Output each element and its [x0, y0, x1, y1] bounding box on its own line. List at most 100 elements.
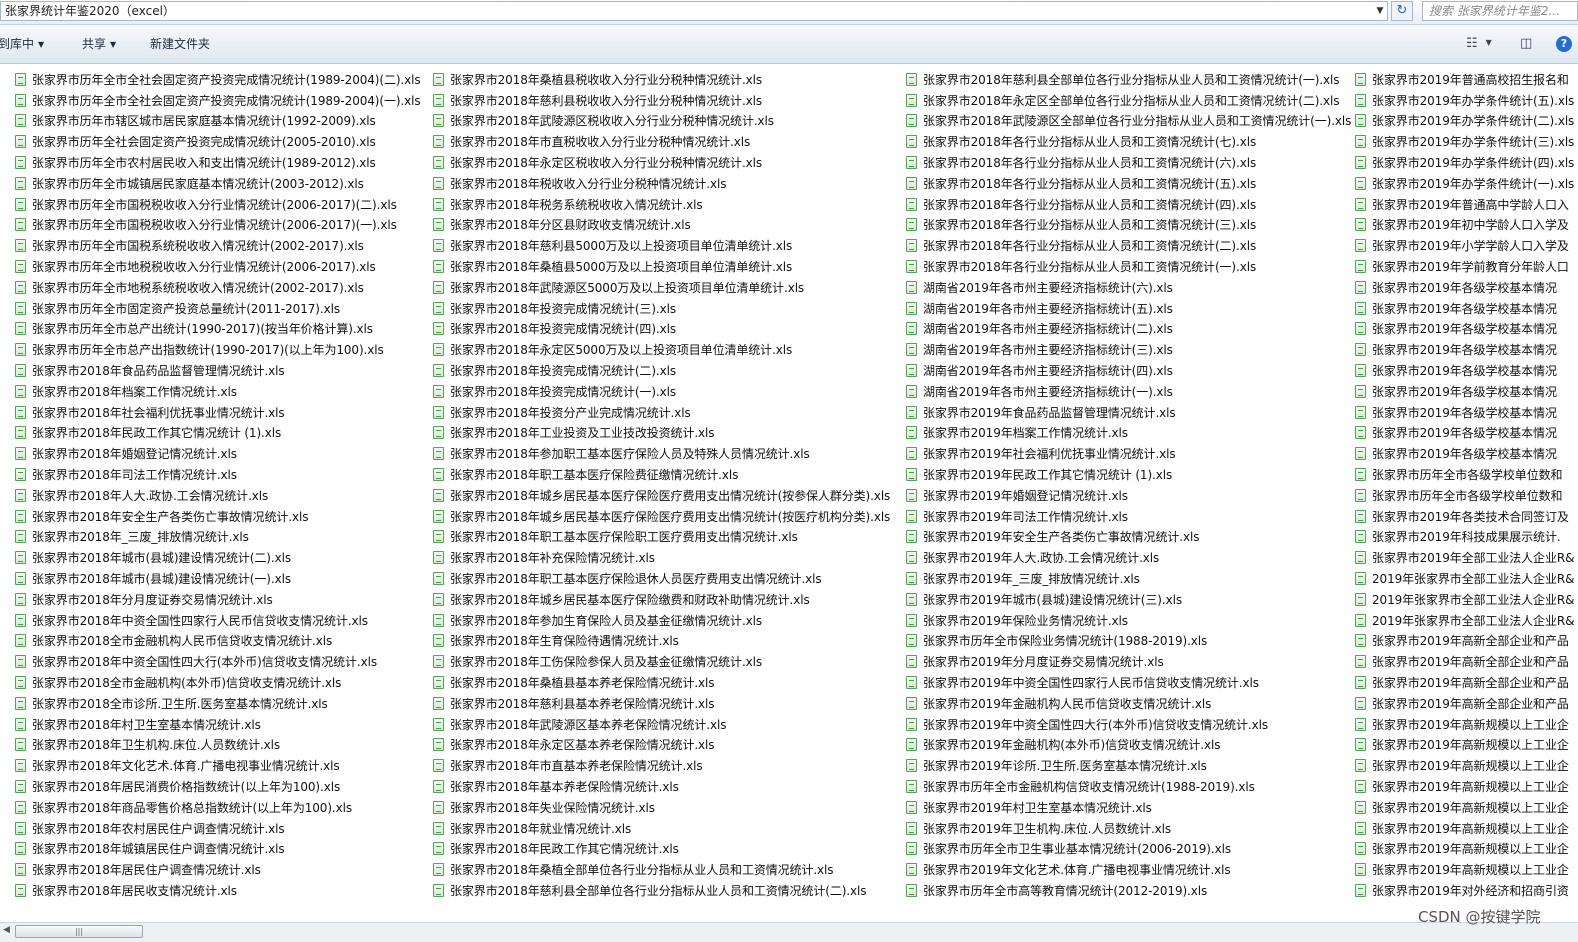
file-item[interactable]: 张家界市2019年高新规模以上工业企: [1355, 714, 1574, 735]
file-item[interactable]: 张家界市2019年办学条件统计(一).xls: [1355, 173, 1574, 194]
file-item[interactable]: 张家界市2019年高新规模以上工业企: [1355, 838, 1574, 859]
file-item[interactable]: 张家界市2018年永定区5000万及以上投资项目单位清单统计.xls: [433, 339, 890, 360]
file-item[interactable]: 张家界市2019年保险业务情况统计.xls: [906, 610, 1351, 631]
file-item[interactable]: 湖南省2019年各市州主要经济指标统计(五).xls: [906, 298, 1351, 319]
file-item[interactable]: 张家界市2019年分月度证券交易情况统计.xls: [906, 651, 1351, 672]
file-item[interactable]: 张家界市2019年小学学龄人口入学及: [1355, 235, 1574, 256]
file-item[interactable]: 张家界市历年市辖区城市居民家庭基本情况统计(1992-2009).xls: [15, 111, 421, 132]
file-item[interactable]: 张家界市2019年档案工作情况统计.xls: [906, 423, 1351, 444]
file-item[interactable]: 张家界市2019年高新全部企业和产品: [1355, 672, 1574, 693]
file-item[interactable]: 张家界市2018年城乡居民基本医疗保险医疗费用支出情况统计(按医疗机构分类).x…: [433, 506, 890, 527]
file-item[interactable]: 张家界市2018年各行业分指标从业人员和工资情况统计(二).xls: [906, 235, 1351, 256]
file-item[interactable]: 张家界市2018年税务系统税收收入情况统计.xls: [433, 194, 890, 215]
file-item[interactable]: 张家界市2018年婚姻登记情况统计.xls: [15, 443, 421, 464]
file-item[interactable]: 张家界市2019年办学条件统计(四).xls: [1355, 152, 1574, 173]
file-item[interactable]: 张家界市2019年高新全部企业和产品: [1355, 631, 1574, 652]
file-item[interactable]: 张家界市2019年各级学校基本情况: [1355, 381, 1574, 402]
file-item[interactable]: 张家界市2018年中资全国性四家行人民币信贷收支情况统计.xls: [15, 610, 421, 631]
file-item[interactable]: 张家界市2019年金融机构(本外币)信贷收支情况统计.xls: [906, 735, 1351, 756]
file-item[interactable]: 张家界市2018年就业情况统计.xls: [433, 818, 890, 839]
file-item[interactable]: 张家界市2018年城市(县城)建设情况统计(二).xls: [15, 547, 421, 568]
file-item[interactable]: 张家界市历年全市国税系统税收收入情况统计(2002-2017).xls: [15, 235, 421, 256]
file-item[interactable]: 张家界市2018年农村居民住户调查情况统计.xls: [15, 818, 421, 839]
file-item[interactable]: 张家界市2018年居民住户调查情况统计.xls: [15, 859, 421, 880]
file-item[interactable]: 张家界市2018年各行业分指标从业人员和工资情况统计(一).xls: [906, 256, 1351, 277]
file-item[interactable]: 张家界市2019年中资全国性四大行(本外币)信贷收支情况统计.xls: [906, 714, 1351, 735]
horizontal-scrollbar[interactable]: ◀ |||: [0, 922, 1578, 942]
file-item[interactable]: 张家界市2018年居民收支情况统计.xls: [15, 880, 421, 901]
file-item[interactable]: 张家界市2019年食品药品监督管理情况统计.xls: [906, 402, 1351, 423]
file-item[interactable]: 张家界市2018年补充保险情况统计.xls: [433, 547, 890, 568]
file-item[interactable]: 张家界市2019年初中学龄人口入学及: [1355, 215, 1574, 236]
help-icon[interactable]: ?: [1556, 36, 1572, 52]
file-item[interactable]: 张家界市2019年高新规模以上工业企: [1355, 818, 1574, 839]
file-item[interactable]: 张家界市2018年各行业分指标从业人员和工资情况统计(五).xls: [906, 173, 1351, 194]
file-item[interactable]: 张家界市2018年参加职工基本医疗保险人员及特殊人员情况统计.xls: [433, 443, 890, 464]
file-item[interactable]: 湖南省2019年各市州主要经济指标统计(六).xls: [906, 277, 1351, 298]
file-item[interactable]: 张家界市历年全社会固定资产投资完成情况统计(2005-2010).xls: [15, 131, 421, 152]
file-item[interactable]: 张家界市2019年办学条件统计(二).xls: [1355, 111, 1574, 132]
file-item[interactable]: 张家界市2018年市直基本养老保险情况统计.xls: [433, 755, 890, 776]
file-item[interactable]: 张家界市2018年失业保险情况统计.xls: [433, 797, 890, 818]
file-item[interactable]: 张家界市2018全市金融机构人民币信贷收支情况统计.xls: [15, 631, 421, 652]
file-item[interactable]: 张家界市2018年职工基本医疗保险费征缴情况统计.xls: [433, 464, 890, 485]
file-item[interactable]: 张家界市2019年中资全国性四家行人民币信贷收支情况统计.xls: [906, 672, 1351, 693]
scroll-left-icon[interactable]: ◀: [3, 925, 10, 935]
file-item[interactable]: 张家界市2018年慈利县税收收入分行业分税种情况统计.xls: [433, 90, 890, 111]
file-item[interactable]: 张家界市2018年村卫生室基本情况统计.xls: [15, 714, 421, 735]
file-item[interactable]: 张家界市2019年高新规模以上工业企: [1355, 776, 1574, 797]
file-item[interactable]: 张家界市2018年桑植全部单位各行业分指标从业人员和工资情况统计.xls: [433, 859, 890, 880]
file-item[interactable]: 张家界市2019年科技成果展示统计.: [1355, 527, 1574, 548]
file-item[interactable]: 张家界市2018年永定区全部单位各行业分指标从业人员和工资情况统计(二).xls: [906, 90, 1351, 111]
file-item[interactable]: 张家界市2018年安全生产各类伤亡事故情况统计.xls: [15, 506, 421, 527]
file-item[interactable]: 张家界市2019年司法工作情况统计.xls: [906, 506, 1351, 527]
file-item[interactable]: 张家界市历年全市总产出统计(1990-2017)(按当年价格计算).xls: [15, 319, 421, 340]
file-item[interactable]: 湖南省2019年各市州主要经济指标统计(二).xls: [906, 319, 1351, 340]
file-item[interactable]: 张家界市2019年各级学校基本情况: [1355, 298, 1574, 319]
file-item[interactable]: 张家界市2018年投资完成情况统计(四).xls: [433, 319, 890, 340]
file-item[interactable]: 张家界市2018年各行业分指标从业人员和工资情况统计(七).xls: [906, 131, 1351, 152]
file-item[interactable]: 张家界市2019年全部工业法人企业R&: [1355, 547, 1574, 568]
file-item[interactable]: 张家界市2019年金融机构人民币信贷收支情况统计.xls: [906, 693, 1351, 714]
file-item[interactable]: 张家界市2018年城镇居民住户调查情况统计.xls: [15, 838, 421, 859]
file-item[interactable]: 张家界市2018年各行业分指标从业人员和工资情况统计(六).xls: [906, 152, 1351, 173]
file-item[interactable]: 张家界市历年全市高等教育情况统计(2012-2019).xls: [906, 880, 1351, 901]
address-path[interactable]: 张家界统计年鉴2020（excel）: [0, 1, 1388, 21]
file-item[interactable]: 张家界市2018年市直税收收入分行业分税种情况统计.xls: [433, 131, 890, 152]
file-item[interactable]: 张家界市2019年各级学校基本情况: [1355, 402, 1574, 423]
file-item[interactable]: 张家界市2018年慈利县基本养老保险情况统计.xls: [433, 693, 890, 714]
preview-pane-icon[interactable]: ◫: [1520, 36, 1532, 51]
file-item[interactable]: 张家界市2018年投资完成情况统计(三).xls: [433, 298, 890, 319]
file-item[interactable]: 张家界市历年全市地税税收收入分行业情况统计(2006-2017).xls: [15, 256, 421, 277]
file-item[interactable]: 张家界市2018年投资分产业完成情况统计.xls: [433, 402, 890, 423]
file-item[interactable]: 张家界市2018年永定区基本养老保险情况统计.xls: [433, 735, 890, 756]
file-item[interactable]: 张家界市2018年城市(县城)建设情况统计(一).xls: [15, 568, 421, 589]
file-item[interactable]: 张家界市2019年对外经济和招商引资: [1355, 880, 1574, 901]
file-item[interactable]: 张家界市2019年各级学校基本情况: [1355, 443, 1574, 464]
file-item[interactable]: 张家界市2018年慈利县全部单位各行业分指标从业人员和工资情况统计(一).xls: [906, 69, 1351, 90]
file-item[interactable]: 张家界市2018年人大.政协.工会情况统计.xls: [15, 485, 421, 506]
file-item[interactable]: 张家界市2018年投资完成情况统计(二).xls: [433, 360, 890, 381]
file-item[interactable]: 张家界市2019年高新全部企业和产品: [1355, 651, 1574, 672]
file-item[interactable]: 张家界市2019年学前教育分年龄人口: [1355, 256, 1574, 277]
file-item[interactable]: 张家界市历年全市各级学校单位数和: [1355, 464, 1574, 485]
file-item[interactable]: 张家界市2018年武陵源区5000万及以上投资项目单位清单统计.xls: [433, 277, 890, 298]
file-item[interactable]: 张家界市2019年婚姻登记情况统计.xls: [906, 485, 1351, 506]
file-item[interactable]: 张家界市2018全市金融机构(本外币)信贷收支情况统计.xls: [15, 672, 421, 693]
file-item[interactable]: 张家界市2019年民政工作其它情况统计 (1).xls: [906, 464, 1351, 485]
file-item[interactable]: 张家界市历年全市地税系统税收收入情况统计(2002-2017).xls: [15, 277, 421, 298]
refresh-icon[interactable]: ↻: [1391, 1, 1413, 21]
file-item[interactable]: 张家界市2018年档案工作情况统计.xls: [15, 381, 421, 402]
file-item[interactable]: 张家界市2018年投资完成情况统计(一).xls: [433, 381, 890, 402]
file-item[interactable]: 2019年张家界市全部工业法人企业R&: [1355, 610, 1574, 631]
file-item[interactable]: 张家界市2018年职工基本医疗保险退休人员医疗费用支出情况统计.xls: [433, 568, 890, 589]
file-item[interactable]: 张家界市历年全市卫生事业基本情况统计(2006-2019).xls: [906, 838, 1351, 859]
file-item[interactable]: 张家界市2018年分区县财政收支情况统计.xls: [433, 215, 890, 236]
file-item[interactable]: 张家界市2018年桑植县税收收入分行业分税种情况统计.xls: [433, 69, 890, 90]
file-item[interactable]: 张家界市2019年各级学校基本情况: [1355, 423, 1574, 444]
file-item[interactable]: 张家界市2018年武陵源区全部单位各行业分指标从业人员和工资情况统计(一).xl…: [906, 111, 1351, 132]
file-item[interactable]: 张家界市历年全市国税税收收入分行业情况统计(2006-2017)(一).xls: [15, 215, 421, 236]
file-item[interactable]: 张家界市2018年_三废_排放情况统计.xls: [15, 527, 421, 548]
file-item[interactable]: 张家界市2018年食品药品监督管理情况统计.xls: [15, 360, 421, 381]
file-item[interactable]: 张家界市2018年民政工作其它情况统计.xls: [433, 838, 890, 859]
